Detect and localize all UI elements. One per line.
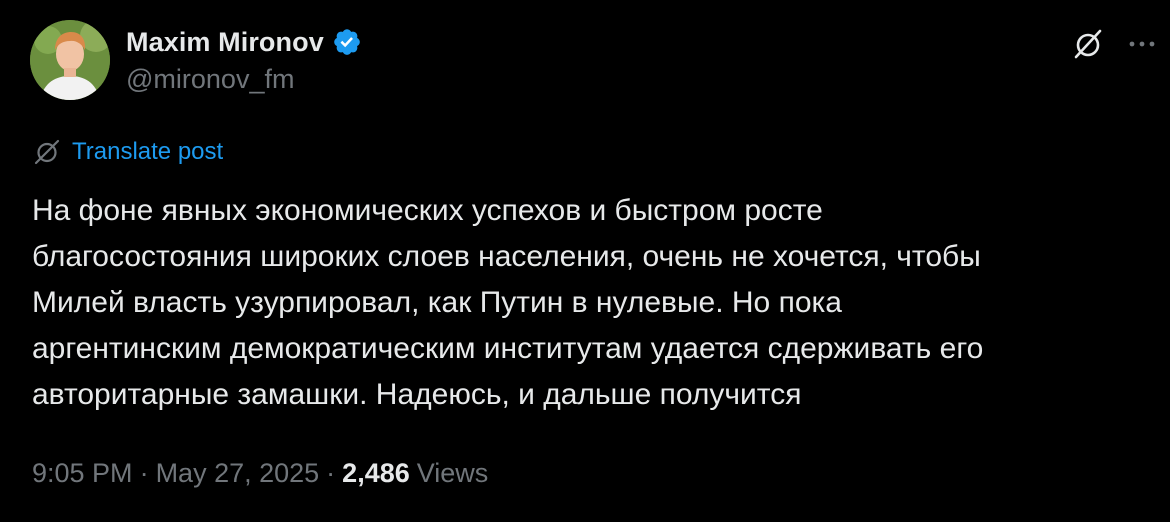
- grok-icon[interactable]: [1068, 24, 1108, 64]
- post-date[interactable]: May 27, 2025: [156, 458, 320, 489]
- post-time[interactable]: 9:05 PM: [32, 458, 133, 489]
- post-text-line: авторитарные замашки. Надеюсь, и дальше …: [32, 378, 802, 411]
- post-text-line: На фоне явных экономических успехов и бы…: [32, 194, 823, 227]
- translate-post-link[interactable]: Translate post: [32, 136, 223, 168]
- post-text-line: благосостояния широких слоев населения, …: [32, 240, 981, 273]
- post-text-line: Милей власть узурпировал, как Путин в ну…: [32, 286, 842, 319]
- meta-separator: ·: [326, 458, 336, 488]
- views-count[interactable]: 2,486: [342, 458, 410, 489]
- verified-badge-icon[interactable]: [332, 27, 362, 57]
- author-name-row[interactable]: Maxim Mironov: [126, 24, 362, 60]
- person-avatar-icon: [30, 20, 110, 100]
- views-label[interactable]: Views: [417, 458, 489, 489]
- more-dots-icon[interactable]: [1122, 24, 1162, 64]
- grok-icon: [34, 139, 60, 165]
- avatar[interactable]: [30, 20, 110, 100]
- translate-post-label[interactable]: Translate post: [72, 138, 223, 166]
- author-display-name[interactable]: Maxim Mironov: [126, 27, 324, 58]
- post-card: Maxim Mironov @mironov_fm Translate post…: [0, 0, 1170, 522]
- post-text-line: аргентинским демократическим институтам …: [32, 332, 984, 365]
- post-text: На фоне явных экономических успехов и бы…: [32, 188, 1147, 418]
- post-meta: 9:05 PM · May 27, 2025 · 2,486 Views: [32, 458, 488, 489]
- meta-separator: ·: [139, 458, 149, 488]
- author-handle[interactable]: @mironov_fm: [126, 64, 294, 95]
